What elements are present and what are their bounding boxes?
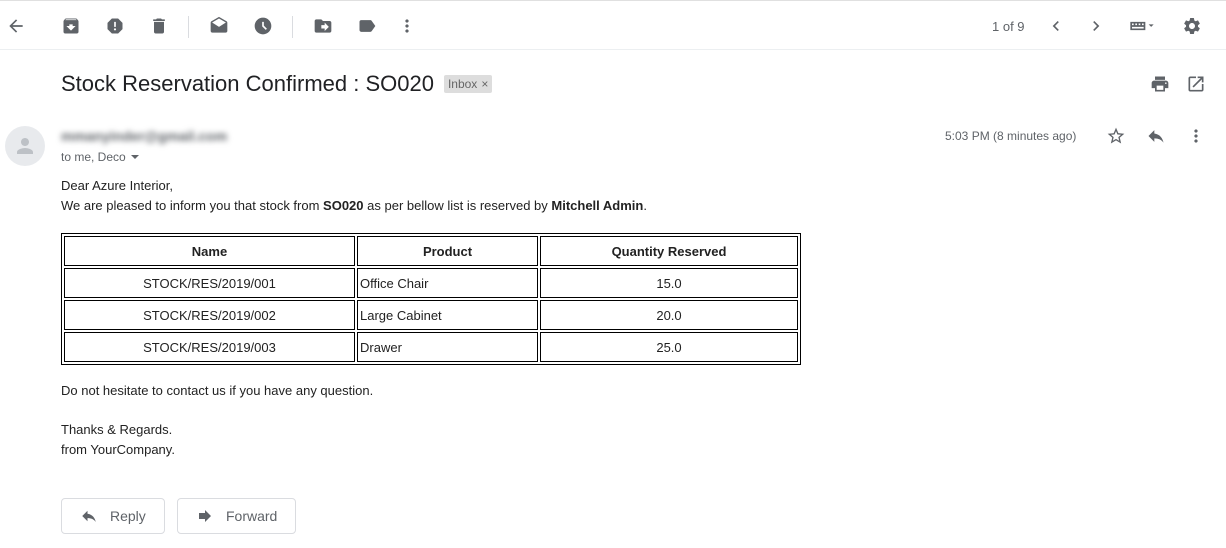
product-name: Large Cabinet bbox=[357, 300, 538, 330]
pager-count: 1 of 9 bbox=[992, 19, 1025, 34]
quantity-reserved: 20.0 bbox=[540, 300, 798, 330]
message-more-icon[interactable] bbox=[1181, 121, 1211, 151]
forward-icon bbox=[199, 510, 211, 522]
more-vert-icon[interactable] bbox=[392, 11, 422, 41]
email-body: Dear Azure Interior, We are pleased to i… bbox=[61, 176, 647, 216]
sender-email[interactable]: mmanyinder@gmail.com bbox=[61, 128, 227, 144]
star-icon[interactable] bbox=[1101, 121, 1131, 151]
message-timestamp: 5:03 PM (8 minutes ago) bbox=[945, 129, 1077, 143]
forward-label: Forward bbox=[226, 508, 278, 524]
intro-paragraph: We are pleased to inform you that stock … bbox=[61, 196, 647, 216]
product-name: Drawer bbox=[357, 332, 538, 362]
open-new-window-icon[interactable] bbox=[1181, 69, 1211, 99]
quantity-reserved: 15.0 bbox=[540, 268, 798, 298]
closing-line: Do not hesitate to contact us if you hav… bbox=[61, 383, 374, 398]
product-name: Office Chair bbox=[357, 268, 538, 298]
settings-gear-icon[interactable] bbox=[1177, 11, 1207, 41]
toolbar-divider bbox=[292, 16, 293, 38]
subject-row: Stock Reservation Confirmed : SO020 Inbo… bbox=[61, 71, 493, 97]
snooze-clock-icon[interactable] bbox=[248, 11, 278, 41]
table-row: STOCK/RES/2019/002 Large Cabinet 20.0 bbox=[64, 300, 798, 330]
reply-button[interactable]: Reply bbox=[61, 498, 165, 534]
reservation-name: STOCK/RES/2019/003 bbox=[64, 332, 355, 362]
column-header: Product bbox=[357, 236, 538, 266]
move-to-icon[interactable] bbox=[308, 11, 338, 41]
mark-unread-icon[interactable] bbox=[204, 11, 234, 41]
column-header: Name bbox=[64, 236, 355, 266]
caret-down-icon[interactable] bbox=[130, 152, 140, 162]
chevron-left-icon[interactable] bbox=[1041, 11, 1071, 41]
email-subject: Stock Reservation Confirmed : SO020 bbox=[61, 71, 434, 96]
keyboard-input-icon[interactable] bbox=[1122, 11, 1162, 41]
chevron-right-icon[interactable] bbox=[1081, 11, 1111, 41]
intro-text: as per bellow list is reserved by bbox=[363, 198, 552, 213]
reply-icon bbox=[82, 510, 96, 522]
label-tag-icon[interactable] bbox=[352, 11, 382, 41]
table-row: STOCK/RES/2019/003 Drawer 25.0 bbox=[64, 332, 798, 362]
delete-icon[interactable] bbox=[144, 11, 174, 41]
reservation-name: STOCK/RES/2019/002 bbox=[64, 300, 355, 330]
admin-name: Mitchell Admin bbox=[551, 198, 644, 213]
table-row: STOCK/RES/2019/001 Office Chair 15.0 bbox=[64, 268, 798, 298]
print-icon[interactable] bbox=[1145, 69, 1175, 99]
label-text: Inbox bbox=[447, 77, 478, 91]
order-reference: SO020 bbox=[323, 198, 364, 213]
archive-icon[interactable] bbox=[56, 11, 86, 41]
regards-line: Thanks & Regards. bbox=[61, 422, 173, 437]
inbox-label-chip[interactable]: Inbox × bbox=[443, 75, 493, 93]
reply-label: Reply bbox=[110, 508, 146, 524]
greeting: Dear Azure Interior, bbox=[61, 178, 173, 193]
intro-text: . bbox=[643, 198, 647, 213]
recipients-text: to me, Deco bbox=[61, 150, 126, 164]
column-header: Quantity Reserved bbox=[540, 236, 798, 266]
from-line: from YourCompany. bbox=[61, 442, 175, 457]
reservation-table: Name Product Quantity Reserved STOCK/RES… bbox=[61, 233, 801, 365]
person-icon bbox=[17, 138, 33, 154]
remove-label-icon[interactable]: × bbox=[481, 77, 488, 91]
back-arrow-icon[interactable] bbox=[1, 11, 31, 41]
report-spam-icon[interactable] bbox=[100, 11, 130, 41]
intro-text: We are pleased to inform you that stock … bbox=[61, 198, 324, 213]
toolbar-divider bbox=[188, 16, 189, 38]
quantity-reserved: 25.0 bbox=[540, 332, 798, 362]
forward-button[interactable]: Forward bbox=[177, 498, 297, 534]
table-header-row: Name Product Quantity Reserved bbox=[64, 236, 798, 266]
reply-arrow-icon[interactable] bbox=[1141, 121, 1171, 151]
message-toolbar: 1 of 9 bbox=[0, 0, 1226, 50]
recipients-line[interactable]: to me, Deco bbox=[61, 150, 140, 164]
reservation-name: STOCK/RES/2019/001 bbox=[64, 268, 355, 298]
sender-avatar bbox=[5, 126, 45, 166]
